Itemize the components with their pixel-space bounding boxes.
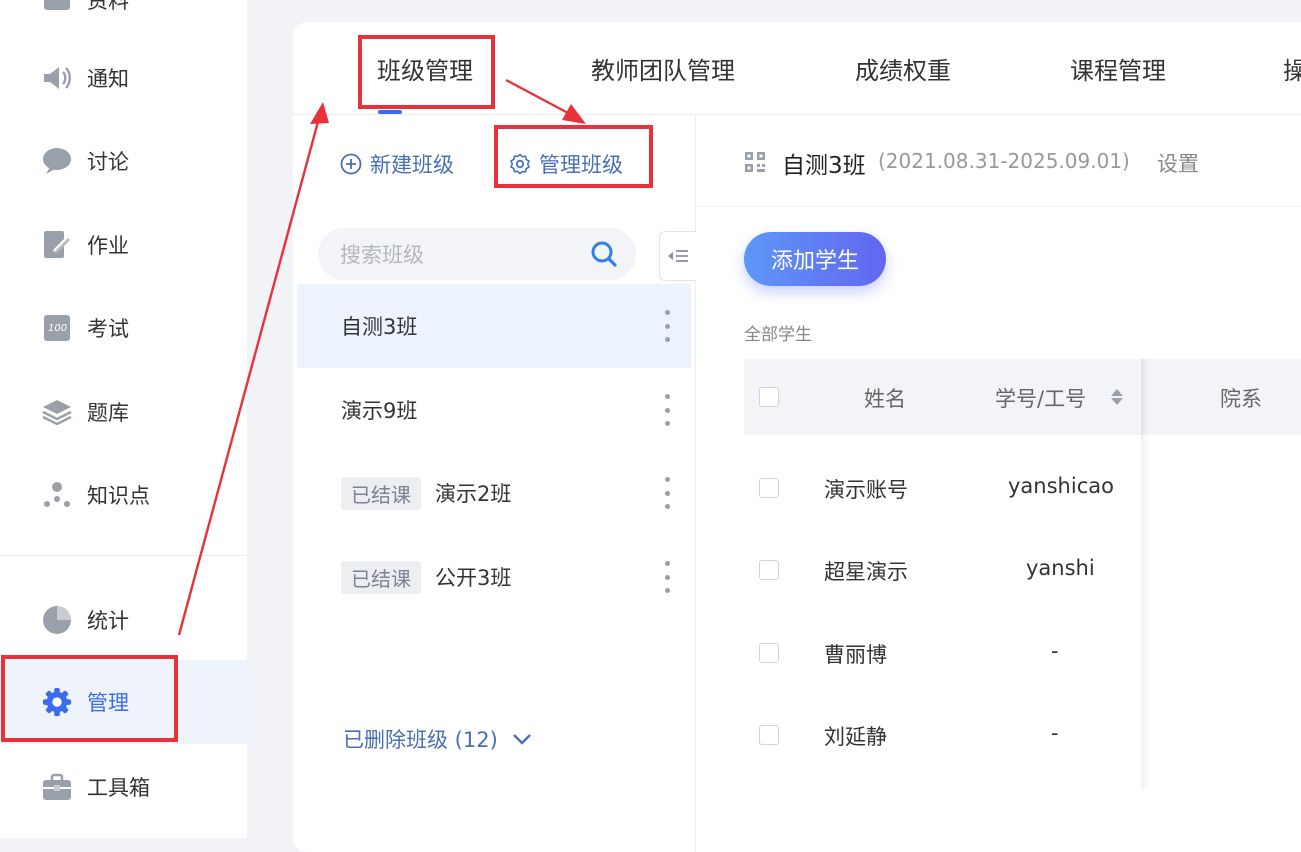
add-student-button[interactable]: 添加学生 (744, 232, 886, 286)
row-checkbox[interactable] (759, 478, 779, 498)
sidebar-item-discussion[interactable]: 讨论 (0, 119, 247, 203)
table-row: 曹丽博 - (744, 615, 1142, 697)
student-name: 曹丽博 (824, 643, 887, 667)
sidebar-item-homework[interactable]: 作业 (0, 203, 247, 287)
sidebar-item-label: 工具箱 (87, 776, 150, 800)
search-input[interactable] (338, 228, 582, 282)
ended-badge: 已结课 (341, 476, 421, 510)
layers-icon (42, 397, 72, 427)
class-item[interactable]: 演示9班 (297, 368, 691, 452)
class-name: 公开3班 (435, 566, 512, 590)
search-box (318, 228, 636, 282)
tab-grade-weight[interactable]: 成绩权重 (855, 22, 951, 114)
sidebar-item-label: 考试 (87, 317, 129, 341)
class-detail-panel: 自测3班 (2021.08.31-2025.09.01) 设置 添加学生 全部学… (696, 114, 1301, 852)
sort-icon[interactable] (1109, 387, 1125, 411)
pie-chart-icon (42, 605, 72, 635)
collapse-panel-button[interactable] (659, 231, 696, 281)
class-item[interactable]: 自测3班 (297, 284, 691, 368)
table-row: 演示账号 yanshicao (744, 450, 1142, 532)
deleted-classes-toggle[interactable]: 已删除班级 (12) (343, 724, 532, 754)
knowledge-graph-icon (42, 480, 72, 510)
new-class-label: 新建班级 (370, 153, 454, 177)
more-options-icon[interactable] (663, 477, 671, 509)
annotation-box-tab (358, 35, 495, 109)
sidebar-item-label: 统计 (87, 609, 129, 633)
class-date-range: (2021.08.31-2025.09.01) (878, 149, 1130, 173)
tab-teacher-team[interactable]: 教师团队管理 (591, 22, 735, 114)
sidebar-item-knowledge[interactable]: 知识点 (0, 453, 247, 537)
tab-course-management[interactable]: 课程管理 (1070, 22, 1166, 114)
more-options-icon[interactable] (663, 561, 671, 593)
row-checkbox[interactable] (759, 725, 779, 745)
student-id: - (1051, 639, 1059, 663)
more-options-icon[interactable] (663, 310, 671, 342)
student-id: yanshi (1026, 556, 1095, 580)
settings-link[interactable]: 设置 (1157, 148, 1199, 178)
student-id: - (1051, 721, 1059, 745)
column-header-name: 姓名 (864, 387, 906, 411)
sidebar-item-statistics[interactable]: 统计 (0, 578, 247, 662)
column-header-department: 院系 (1220, 387, 1262, 411)
edit-document-icon (42, 230, 72, 260)
sidebar-item-question-bank[interactable]: 题库 (0, 370, 247, 454)
speaker-icon (42, 63, 72, 93)
new-class-button[interactable]: 新建班级 (340, 146, 454, 182)
sidebar-item-label: 作业 (87, 234, 129, 258)
row-checkbox[interactable] (759, 560, 779, 580)
svg-text:100: 100 (48, 323, 67, 334)
sidebar-item-exam[interactable]: 100 考试 (0, 286, 247, 370)
more-options-icon[interactable] (663, 394, 671, 426)
folder-icon (42, 0, 72, 15)
table-header: 姓名 学号/工号 院系 (744, 359, 1301, 435)
qr-code-icon[interactable] (744, 151, 766, 177)
deleted-classes-label: 已删除班级 (12) (343, 728, 498, 752)
select-all-checkbox[interactable] (759, 387, 779, 407)
main-panel: 班级管理 教师团队管理 成绩权重 课程管理 操 新建班级 管理班级 自测3班 (293, 22, 1301, 852)
sidebar-item-label: 通知 (87, 67, 129, 91)
student-name: 刘延静 (824, 725, 887, 749)
search-icon[interactable] (590, 240, 618, 272)
sidebar-item-label: 讨论 (87, 150, 129, 174)
table-row: 刘延静 - (744, 697, 1142, 779)
chat-bubble-icon (42, 146, 72, 176)
collapse-icon (668, 250, 688, 262)
annotation-box-manage (1, 655, 178, 742)
class-item[interactable]: 已结课 公开3班 (297, 535, 691, 619)
plus-circle-icon (340, 153, 362, 175)
sidebar-item-label: 知识点 (87, 484, 150, 508)
table-row: 超星演示 yanshi (744, 532, 1142, 614)
chevron-down-icon (512, 734, 531, 745)
ended-badge: 已结课 (341, 560, 421, 594)
student-id: yanshicao (1008, 474, 1114, 498)
fixed-column-shadow (1141, 359, 1149, 789)
sidebar-item-label: 资料 (87, 0, 129, 13)
class-detail-header: 自测3班 (2021.08.31-2025.09.01) 设置 (696, 114, 1301, 207)
class-item[interactable]: 已结课 演示2班 (297, 451, 691, 535)
student-name: 演示账号 (824, 478, 908, 502)
sidebar-item-notice[interactable]: 通知 (0, 36, 247, 120)
sidebar-item-toolbox[interactable]: 工具箱 (0, 745, 247, 829)
annotation-box-manage-class (494, 125, 653, 188)
tab-more[interactable]: 操 (1283, 22, 1301, 114)
class-title: 自测3班 (782, 153, 866, 179)
row-checkbox[interactable] (759, 643, 779, 663)
toolbox-icon (42, 772, 72, 802)
class-name: 自测3班 (341, 315, 418, 339)
column-header-student-id[interactable]: 学号/工号 (995, 383, 1086, 413)
sidebar-item-label: 题库 (87, 401, 129, 425)
sidebar-divider (0, 555, 247, 556)
all-students-label: 全部学生 (744, 325, 812, 345)
class-name: 演示9班 (341, 399, 418, 423)
student-name: 超星演示 (824, 560, 908, 584)
exam-score-icon: 100 (42, 313, 72, 343)
class-list-panel: 新建班级 管理班级 自测3班 演示9班 已结课 演示2班 (293, 114, 696, 852)
class-name: 演示2班 (435, 482, 512, 506)
